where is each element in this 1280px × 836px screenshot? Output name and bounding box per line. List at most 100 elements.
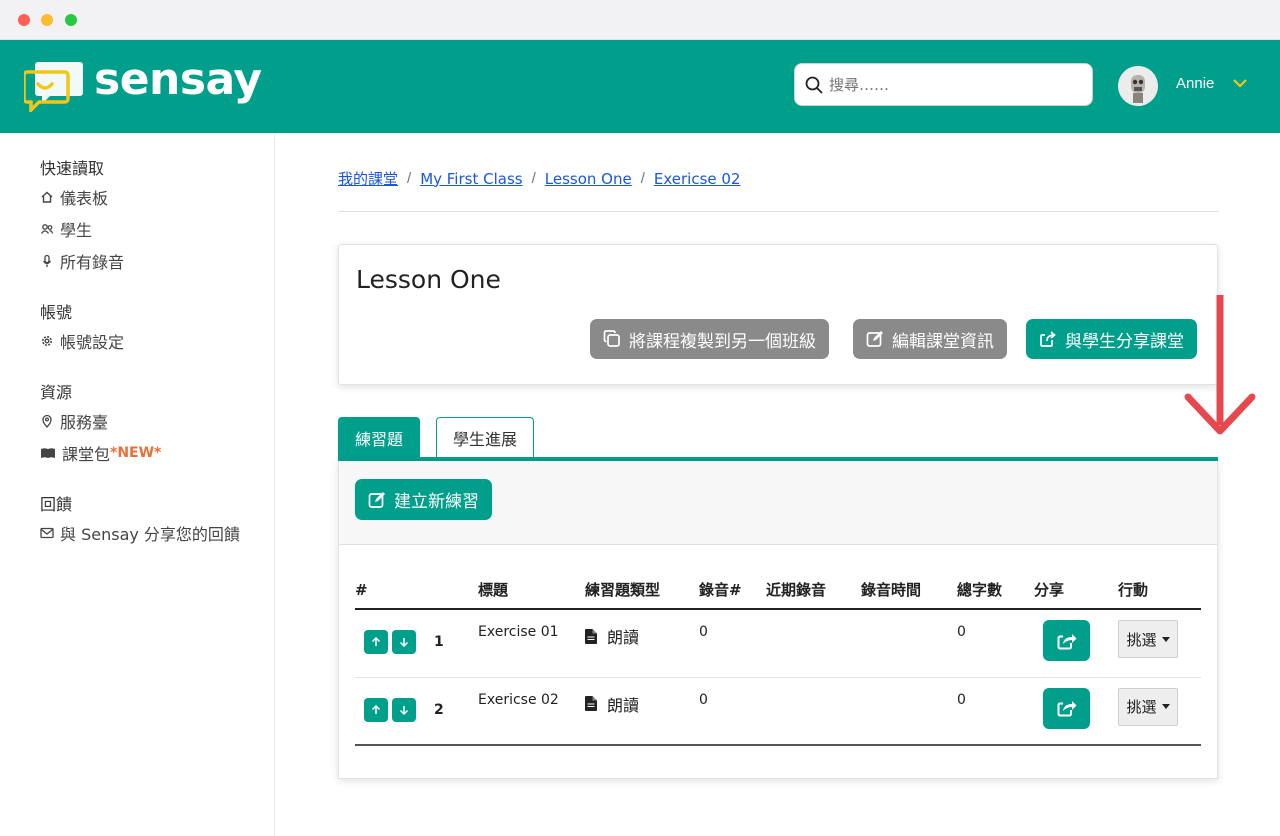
sidebar-item-label: 服務臺 [60,413,109,432]
action-dropdown-label: 挑選 [1126,630,1157,649]
new-badge: *NEW* [110,445,162,461]
sidebar-item-students[interactable]: 學生 [40,213,124,245]
breadcrumb-separator: / [531,170,536,187]
lesson-card: Lesson One 將課程複製到另一個班級 編輯課堂資訊 與學生分享課堂 [338,244,1218,385]
copy-icon [603,330,620,347]
mic-icon [42,254,52,267]
sidebar-item-all-recordings[interactable]: 所有錄音 [40,245,124,277]
sidebar-item-lesson-packs[interactable]: 課堂包 *NEW* [40,437,161,469]
chevron-down-icon[interactable] [1232,78,1248,88]
sidebar-item-account-settings[interactable]: 帳號設定 [40,325,124,357]
arrow-down-icon [399,638,409,647]
home-icon [41,191,53,203]
recording-count: 0 [699,609,766,678]
exercises-card: 建立新練習 # 標題 練習題類型 錄音# 近期錄音 錄音時間 總字數 分享 行動 [338,461,1218,779]
breadcrumb-my-classes[interactable]: 我的課堂 [338,168,398,189]
sidebar-item-dashboard[interactable]: 儀表板 [40,181,124,213]
users-icon [40,224,54,234]
column-header: 標題 [478,571,585,610]
sidebar: 快速讀取 儀表板 學生 所有錄音 帳號 帳號設定 資源 服務臺 課堂包 *NEW… [0,133,275,836]
minimize-window-button[interactable] [41,14,53,26]
word-count: 0 [957,677,1034,746]
word-count: 0 [957,609,1034,678]
row-number: 1 [434,634,444,650]
column-header: 錄音# [699,571,766,610]
order-controls: 2 [355,692,478,722]
move-up-button[interactable] [364,630,388,654]
create-exercise-label: 建立新練習 [394,492,479,512]
exercise-title[interactable]: Exercise 01 [478,609,585,678]
breadcrumb-exercise[interactable]: Exericse 02 [654,170,741,188]
search-box[interactable] [794,63,1093,106]
share-square-icon [1057,633,1076,649]
main-content: 我的課堂 / My First Class / Lesson One / Exe… [275,133,1280,836]
close-window-button[interactable] [18,14,30,26]
create-exercise-button[interactable]: 建立新練習 [355,479,492,520]
sidebar-group-account: 帳號 帳號設定 [40,301,124,357]
breadcrumb-lesson[interactable]: Lesson One [545,170,632,188]
column-header: # [355,571,478,610]
share-square-icon [1057,701,1076,717]
action-cell: 挑選 [1118,609,1201,678]
user-name[interactable]: Annie [1176,75,1214,92]
sidebar-item-label: 儀表板 [60,189,109,208]
tab-student-progress[interactable]: 學生進展 [436,417,534,458]
exercises-table: # 標題 練習題類型 錄音# 近期錄音 錄音時間 總字數 分享 行動 1 Exe… [355,571,1201,746]
logo-icon[interactable] [24,58,84,112]
share-lesson-label: 與學生分享課堂 [1065,331,1184,352]
recent-recordings [766,677,861,746]
share-exercise-button[interactable] [1043,620,1090,661]
share-exercise-button[interactable] [1043,687,1090,729]
copy-lesson-button[interactable]: 將課程複製到另一個班級 [590,319,829,359]
lesson-title: Lesson One [356,265,501,294]
move-down-button[interactable] [392,697,416,722]
edit-icon [866,331,883,347]
recent-recordings [766,609,861,678]
search-input[interactable] [829,74,1079,96]
sidebar-item-share-feedback[interactable]: 與 Sensay 分享您的回饋 [40,517,240,549]
divider [338,211,1218,212]
move-up-button[interactable] [364,697,388,722]
document-icon [585,696,597,711]
edit-lesson-button[interactable]: 編輯課堂資訊 [853,319,1007,359]
share-lesson-button[interactable]: 與學生分享課堂 [1026,319,1197,359]
share-cell [1034,677,1118,746]
column-header: 練習題類型 [585,571,699,610]
recording-time [861,677,957,746]
tab-exercises[interactable]: 練習題 [338,417,420,458]
exercise-title[interactable]: Exericse 02 [478,677,585,746]
search-icon [805,76,823,94]
breadcrumb-class[interactable]: My First Class [420,170,522,188]
action-dropdown[interactable]: 挑選 [1118,687,1178,726]
order-cell: 2 [355,677,478,746]
table-header-row: # 標題 練習題類型 錄音# 近期錄音 錄音時間 總字數 分享 行動 [355,571,1201,610]
maximize-window-button[interactable] [65,14,77,26]
location-pin-icon [42,414,52,428]
sidebar-group-resources: 資源 服務臺 課堂包 *NEW* [40,381,161,469]
sidebar-item-help-desk[interactable]: 服務臺 [40,405,161,437]
type-cell: 朗讀 [585,677,699,746]
sidebar-heading: 回饋 [40,495,73,514]
sidebar-group-quick-access: 快速讀取 儀表板 學生 所有錄音 [40,157,124,277]
arrow-up-icon [371,637,381,646]
breadcrumb-separator: / [407,170,412,187]
avatar[interactable] [1118,66,1158,106]
breadcrumb-separator: / [640,170,645,187]
sidebar-item-label: 帳號設定 [60,333,125,352]
breadcrumb: 我的課堂 / My First Class / Lesson One / Exe… [338,168,740,189]
window-chrome [0,0,1280,40]
app-window: sensay Annie 快速讀取 儀表板 學生 所有錄音 [0,0,1280,836]
caret-down-icon [1161,636,1170,642]
order-cell: 1 [355,609,478,678]
sidebar-item-label: 學生 [60,221,93,240]
action-cell: 挑選 [1118,677,1201,746]
sidebar-group-feedback: 回饋 與 Sensay 分享您的回饋 [40,493,240,549]
book-icon [41,448,55,458]
action-dropdown[interactable]: 挑選 [1118,620,1178,658]
brand-name[interactable]: sensay [94,54,262,105]
move-down-button[interactable] [392,630,416,654]
column-header: 近期錄音 [766,571,861,610]
copy-lesson-label: 將課程複製到另一個班級 [629,331,816,352]
recording-time [861,609,957,678]
recording-count: 0 [699,677,766,746]
